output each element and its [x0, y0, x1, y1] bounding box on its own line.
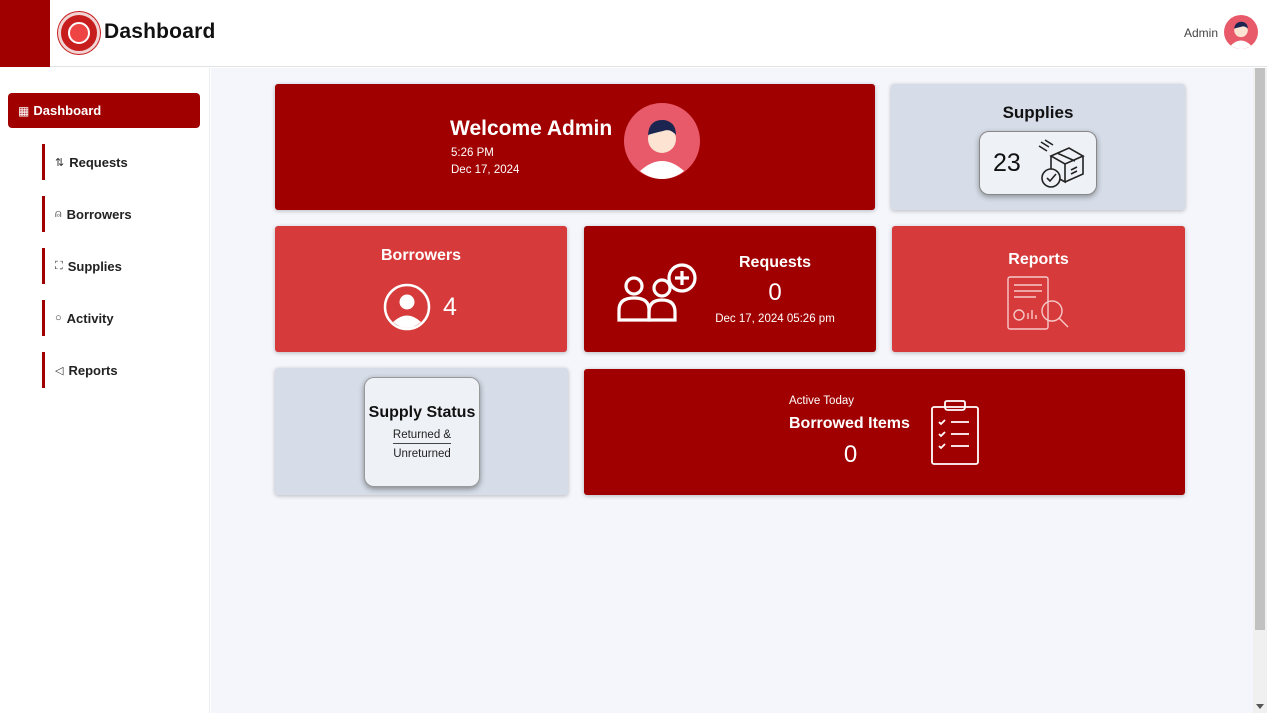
supplies-count-box[interactable]: 23: [979, 131, 1097, 195]
sidebar-item-requests[interactable]: ⇅ Requests: [42, 144, 192, 180]
user-name[interactable]: Admin: [1184, 26, 1218, 40]
sidebar-item-label: Borrowers: [66, 206, 132, 222]
sidebar-item-label: Supplies: [67, 258, 122, 274]
borrowers-title: Borrowers: [380, 247, 462, 264]
supplies-title: Supplies: [1002, 103, 1074, 122]
reports-title: Reports: [1008, 251, 1069, 268]
user-circle-icon: [383, 283, 431, 331]
sidebar-item-label: Reports: [68, 362, 118, 378]
sidebar-item-label: Activity: [66, 310, 114, 326]
supply-status-line1: Returned &: [392, 429, 452, 444]
university-seal-icon[interactable]: [58, 12, 100, 54]
grid-icon: ▦: [18, 103, 30, 118]
users-add-icon: [617, 263, 697, 322]
supplies-card[interactable]: Supplies 23: [891, 84, 1185, 210]
header-accent-block: [0, 0, 50, 67]
current-time: 5:26 PM: [451, 147, 494, 159]
main-content: Welcome Admin 5:26 PM Dec 17, 2024 Suppl…: [211, 68, 1253, 713]
app-title: Dashboard: [104, 20, 216, 43]
sidebar-item-label: Dashboard: [33, 103, 102, 118]
git-pull-icon: ⇅: [55, 156, 65, 169]
scroll-down-arrow-icon[interactable]: [1256, 704, 1264, 709]
admin-avatar-icon: [624, 103, 700, 179]
sidebar-item-borrowers[interactable]: ⍝ Borrowers: [42, 196, 192, 232]
requests-datetime: Dec 17, 2024 05:26 pm: [715, 313, 835, 325]
borrowers-card[interactable]: Borrowers 4: [275, 226, 567, 352]
borrowed-items-count: 0: [843, 441, 858, 468]
sidebar-item-label: Requests: [69, 154, 128, 170]
borrowed-items-title: Borrowed Items: [789, 415, 910, 432]
supply-status-line2: Unreturned: [393, 448, 451, 460]
scrollbar-thumb[interactable]: [1255, 68, 1265, 630]
requests-card[interactable]: Requests 0 Dec 17, 2024 05:26 pm: [584, 226, 876, 352]
borrowed-items-card[interactable]: Active Today Borrowed Items 0: [584, 369, 1185, 495]
basket-icon: ⛶: [55, 259, 63, 272]
borrowers-count: 4: [443, 293, 457, 321]
supplies-count: 23: [993, 149, 1021, 177]
reports-card[interactable]: Reports: [892, 226, 1185, 352]
supply-status-box[interactable]: Supply Status Returned & Unreturned: [364, 377, 480, 487]
borrowed-items-subtitle: Active Today: [789, 395, 854, 407]
sidebar-item-reports[interactable]: ◁ Reports: [42, 352, 192, 388]
user-avatar-icon[interactable]: [1224, 15, 1258, 49]
sidebar-item-activity[interactable]: ○ Activity: [42, 300, 192, 336]
requests-count: 0: [768, 279, 782, 306]
clipboard-checklist-icon: [931, 400, 979, 465]
person-icon: ⍝: [55, 207, 62, 220]
current-date: Dec 17, 2024: [451, 164, 520, 176]
megaphone-icon: ◁: [55, 364, 64, 377]
box-check-icon: [1038, 139, 1085, 188]
sidebar: ▦ Dashboard ⇅ Requests ⍝ Borrowers ⛶ Sup…: [0, 68, 210, 713]
welcome-title: Welcome Admin: [450, 117, 613, 140]
vertical-scrollbar[interactable]: [1253, 68, 1267, 713]
supply-status-title: Supply Status: [368, 404, 476, 421]
welcome-card: Welcome Admin 5:26 PM Dec 17, 2024: [275, 84, 875, 210]
report-magnifier-icon: [1007, 276, 1069, 330]
sidebar-item-supplies[interactable]: ⛶ Supplies: [42, 248, 192, 284]
supply-status-card[interactable]: Supply Status Returned & Unreturned: [275, 368, 568, 495]
circle-icon: ○: [55, 312, 62, 324]
requests-title: Requests: [738, 254, 812, 271]
sidebar-item-dashboard[interactable]: ▦ Dashboard: [8, 93, 200, 128]
top-header: Dashboard Admin: [0, 0, 1267, 67]
